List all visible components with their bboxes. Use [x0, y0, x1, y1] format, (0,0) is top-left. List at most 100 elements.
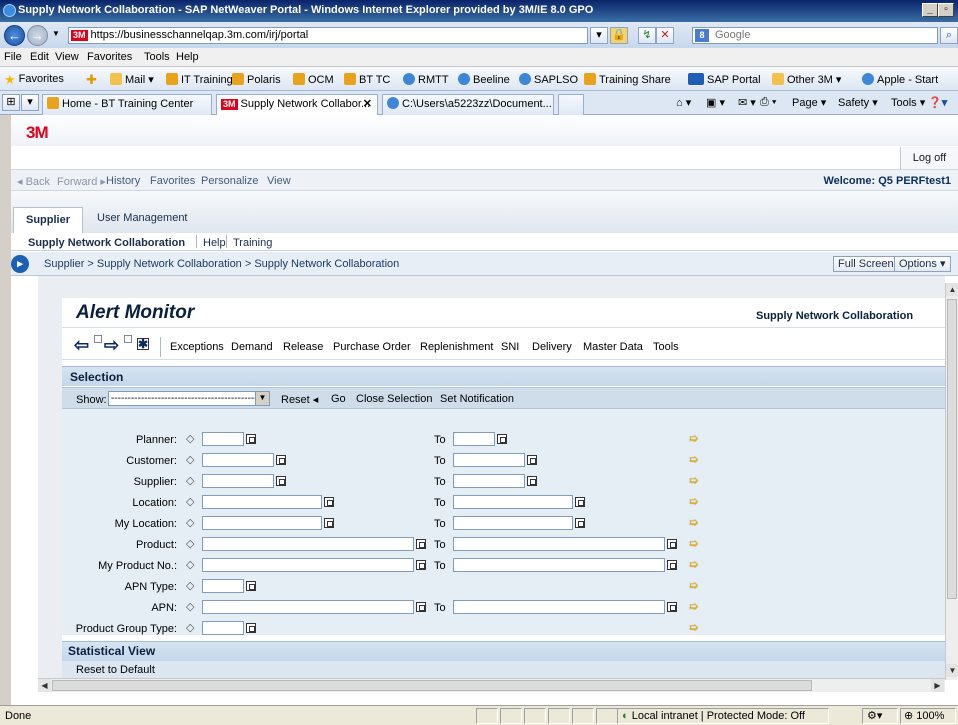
home-icon[interactable]: ⌂ ▾ [676, 96, 691, 109]
value-help-icon[interactable] [575, 518, 585, 528]
input-product-group-type-from[interactable] [202, 621, 244, 635]
fav-apple-start[interactable]: Apple - Start [862, 73, 938, 86]
tools-menu[interactable]: Tools ▾ [891, 96, 925, 109]
toolbar-purchase-order[interactable]: Purchase Order [333, 341, 411, 353]
minimize-icon[interactable]: _ [922, 3, 938, 17]
value-help-icon[interactable] [575, 497, 585, 507]
input-location-to[interactable] [453, 495, 573, 509]
nav-help[interactable]: Help [203, 237, 226, 249]
fav-saplso[interactable]: SAPLSO [519, 73, 578, 86]
toolbar-master-data[interactable]: Master Data [583, 341, 643, 353]
protected-mode-icon[interactable]: ⚙▾ [862, 708, 898, 724]
reset-to-default-link[interactable]: Reset to Default [76, 664, 155, 676]
value-help-icon[interactable] [527, 476, 537, 486]
selection-option-icon[interactable]: ◇ [186, 621, 194, 634]
selection-option-icon[interactable]: ◇ [186, 474, 194, 487]
value-help-icon[interactable] [246, 581, 256, 591]
value-help-icon[interactable] [276, 476, 286, 486]
chevron-down-icon[interactable]: ▼ [255, 392, 269, 405]
maximize-icon[interactable]: ▫ [938, 3, 954, 17]
set-notification-button[interactable]: Set Notification [440, 393, 514, 405]
previous-arrow-icon[interactable]: ⇦ [74, 335, 89, 356]
horizontal-scrollbar[interactable]: ◀ ▶ [38, 678, 945, 692]
multiple-selection-arrow-icon[interactable]: ➯ [689, 600, 698, 613]
input-customer-to[interactable] [453, 453, 525, 467]
fav-bt-tc[interactable]: BT TC [344, 73, 390, 86]
value-help-icon[interactable] [324, 497, 334, 507]
logoff-link[interactable]: Log off [900, 147, 958, 169]
go-button[interactable]: Go [331, 393, 346, 405]
feeds-icon[interactable]: ▣ ▾ [706, 96, 725, 109]
fav-sap-portal[interactable]: SAP Portal [688, 73, 761, 86]
input-my-product-no-to[interactable] [453, 558, 665, 572]
nav-supply-network-collaboration[interactable]: Supply Network Collaboration [28, 237, 185, 249]
fav-rmtt[interactable]: RMTT [403, 73, 449, 86]
breadcrumb[interactable]: Supplier > Supply Network Collaboration … [44, 258, 399, 270]
fav-it-training[interactable]: IT Training [166, 73, 233, 86]
value-help-icon[interactable] [324, 518, 334, 528]
snowflake-icon[interactable]: ✱ [137, 338, 149, 350]
selection-option-icon[interactable]: ◇ [186, 579, 194, 592]
tab-home-bt-training[interactable]: Home - BT Training Center [42, 94, 212, 115]
input-product-to[interactable] [453, 537, 665, 551]
mail-icon[interactable]: ✉ ▾ [738, 96, 756, 109]
input-my-location-from[interactable] [202, 516, 322, 530]
forward-icon[interactable]: → [27, 25, 48, 46]
menu-view[interactable]: View [55, 51, 79, 63]
multiple-selection-arrow-icon[interactable]: ➯ [689, 453, 698, 466]
quick-tabs-icon[interactable]: ⊞ [2, 94, 20, 111]
fav-ocm[interactable]: OCM [293, 73, 334, 86]
tab-supply-network[interactable]: 3M Supply Network Collabor... ✕ [216, 94, 378, 115]
print-icon[interactable]: ⎙ ▾ [760, 96, 776, 109]
portal-history[interactable]: History [106, 175, 140, 187]
value-help-icon[interactable] [667, 539, 677, 549]
input-my-product-no-from[interactable] [202, 558, 414, 572]
scroll-down-icon[interactable]: ▼ [946, 664, 958, 677]
selection-option-icon[interactable]: ◇ [186, 453, 194, 466]
menu-favorites[interactable]: Favorites [87, 51, 132, 63]
input-customer-from[interactable] [202, 453, 274, 467]
new-tab-button[interactable] [558, 94, 584, 115]
tab-supplier[interactable]: Supplier [13, 207, 83, 233]
nav-training[interactable]: Training [233, 237, 272, 249]
tab-user-management[interactable]: User Management [97, 212, 188, 224]
value-help-icon[interactable] [416, 602, 426, 612]
close-tab-icon[interactable]: ✕ [363, 95, 372, 114]
toolbar-delivery[interactable]: Delivery [532, 341, 572, 353]
selection-option-icon[interactable]: ◇ [186, 495, 194, 508]
help-icon[interactable]: ❓▾ [928, 96, 947, 109]
menu-file[interactable]: File [4, 51, 22, 63]
add-favorite-icon[interactable]: ✚ [86, 73, 100, 86]
value-help-icon[interactable] [497, 434, 507, 444]
close-selection-button[interactable]: Close Selection [356, 393, 432, 405]
tab-list-dropdown-icon[interactable]: ▾ [21, 94, 39, 111]
horizontal-scroll-thumb[interactable] [52, 680, 812, 691]
vertical-scrollbar[interactable]: ▲ ▼ [945, 283, 958, 680]
fav-training-share[interactable]: Training Share [584, 73, 671, 86]
input-location-from[interactable] [202, 495, 322, 509]
security-zone[interactable]: ◐ Local intranet | Protected Mode: Off [617, 708, 829, 724]
portal-view[interactable]: View [267, 175, 291, 187]
input-apn-type-from[interactable] [202, 579, 244, 593]
fav-mail[interactable]: Mail ▾ [110, 73, 154, 86]
full-screen-button[interactable]: Full Screen [833, 256, 899, 272]
fav-beeline[interactable]: Beeline [458, 73, 510, 86]
input-apn-to[interactable] [453, 600, 665, 614]
portal-personalize[interactable]: Personalize [201, 175, 258, 187]
address-input[interactable]: 3M https://businesschannelqap.3m.com/irj/… [68, 27, 588, 44]
fav-polaris[interactable]: Polaris [232, 73, 281, 86]
toolbar-exceptions[interactable]: Exceptions [170, 341, 224, 353]
reset-button[interactable]: Reset ◂ [281, 393, 318, 406]
menu-tools[interactable]: Tools [144, 51, 170, 63]
selection-option-icon[interactable]: ◇ [186, 558, 194, 571]
toolbar-tools[interactable]: Tools [653, 341, 679, 353]
portal-back[interactable]: ◂ Back [17, 175, 50, 188]
portal-favorites[interactable]: Favorites [150, 175, 195, 187]
menu-help[interactable]: Help [176, 51, 199, 63]
input-supplier-to[interactable] [453, 474, 525, 488]
back-icon[interactable]: ← [4, 25, 25, 46]
multiple-selection-arrow-icon[interactable]: ➯ [689, 432, 698, 445]
search-input[interactable]: 8 Google [692, 27, 938, 44]
show-select[interactable]: ----------------------------------------… [108, 391, 270, 406]
value-help-icon[interactable] [246, 434, 256, 444]
